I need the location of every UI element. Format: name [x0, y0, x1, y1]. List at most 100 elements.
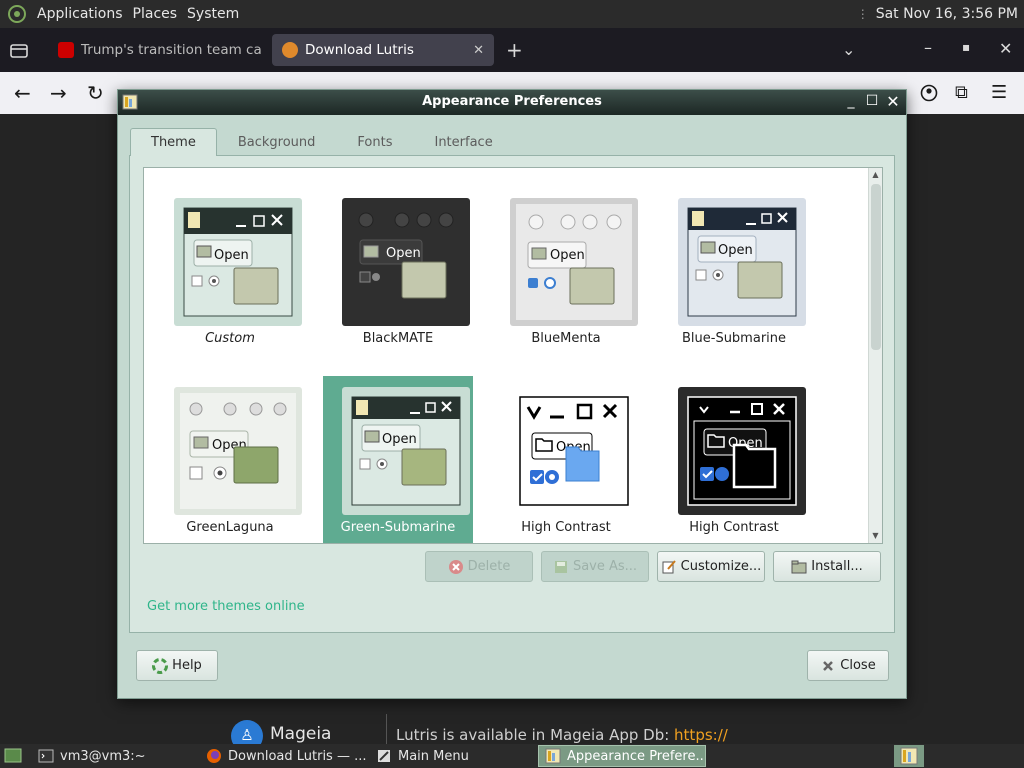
- tab-background[interactable]: Background: [217, 128, 337, 156]
- thumb-open-label: Open: [718, 243, 753, 258]
- theme-thumbnail: Open: [174, 198, 302, 326]
- extensions-icon[interactable]: ⧉: [955, 81, 968, 105]
- theme-item-blue-submarine[interactable]: Open Blue-Submarine: [659, 187, 809, 355]
- theme-list-scrollbar[interactable]: ▲ ▼: [868, 168, 882, 543]
- menu-applications[interactable]: Applications: [32, 6, 128, 22]
- theme-item-high-contrast[interactable]: Open High Contrast: [491, 376, 641, 543]
- browser-tab-lutris[interactable]: Download Lutris ✕: [272, 34, 494, 66]
- save-icon: [554, 560, 567, 573]
- get-more-themes-link[interactable]: Get more themes online: [147, 599, 305, 614]
- close-icon[interactable]: ✕: [884, 92, 902, 111]
- menu-system[interactable]: System: [182, 6, 244, 22]
- firefox-icon: [207, 749, 221, 763]
- minimize-icon[interactable]: _: [842, 92, 860, 110]
- theme-thumbnail: Open: [342, 198, 470, 326]
- theme-item-high-contrast-inverse[interactable]: Open High Contrast: [659, 376, 809, 543]
- thumb-open-label: Open: [382, 432, 417, 447]
- scroll-down-icon[interactable]: ▼: [869, 529, 882, 543]
- theme-list[interactable]: Open Custom Open BlackMATE Open BlueMent…: [143, 167, 883, 544]
- cnn-icon: [58, 42, 74, 58]
- appearance-app-icon: [545, 748, 561, 764]
- theme-item-bluementa[interactable]: Open BlueMenta: [491, 187, 641, 355]
- mate-logo-icon[interactable]: [8, 5, 26, 23]
- theme-name: BlackMATE: [362, 331, 434, 346]
- close-label: Close: [840, 658, 876, 673]
- tab-overview-icon[interactable]: [10, 42, 28, 58]
- forward-icon[interactable]: →: [50, 81, 67, 105]
- install-button[interactable]: Install...: [773, 551, 881, 582]
- delete-button[interactable]: Delete: [425, 551, 533, 582]
- theme-item-greenlaguna[interactable]: Open GreenLaguna: [155, 376, 305, 543]
- menu-places[interactable]: Places: [128, 6, 183, 22]
- dialog-titlebar[interactable]: Appearance Preferences _ ☐ ✕: [118, 90, 906, 115]
- tab-title: Trump's transition team ca: [81, 42, 262, 58]
- delete-icon: [448, 559, 463, 574]
- tab-interface[interactable]: Interface: [413, 128, 513, 156]
- taskbar-item-firefox[interactable]: Download Lutris — ...: [200, 745, 368, 767]
- divider: [386, 714, 387, 744]
- close-icon[interactable]: ✕: [999, 39, 1012, 58]
- reload-icon[interactable]: ↻: [87, 81, 104, 105]
- close-button[interactable]: Close: [807, 650, 889, 681]
- lutris-icon: [282, 42, 298, 58]
- workspace-switcher-icon[interactable]: [894, 745, 924, 767]
- taskbar-item-label: Download Lutris — ...: [228, 748, 367, 764]
- notebook-tabs: Theme Background Fonts Interface: [130, 128, 514, 156]
- taskbar-item-appearance[interactable]: Appearance Prefere...: [538, 745, 706, 767]
- minimize-icon[interactable]: –: [924, 38, 932, 57]
- save-as-label: Save As...: [572, 559, 638, 574]
- preferences-notebook: Open Custom Open BlackMATE Open BlueMent…: [129, 128, 895, 633]
- delete-label: Delete: [467, 559, 511, 574]
- save-as-button[interactable]: Save As...: [541, 551, 649, 582]
- thumb-open-label: Open: [386, 246, 421, 261]
- close-icon: [823, 660, 834, 671]
- help-button[interactable]: Help: [136, 650, 218, 681]
- footer-text: Lutris is available in Mageia App Db: ht…: [396, 726, 728, 744]
- theme-name: High Contrast: [689, 520, 779, 535]
- clock[interactable]: Sat Nov 16, 3:56 PM: [876, 6, 1018, 22]
- close-icon[interactable]: ✕: [465, 43, 484, 58]
- taskbar-item-label: Appearance Prefere...: [567, 748, 706, 764]
- back-icon[interactable]: ←: [14, 81, 31, 105]
- theme-tab-page: Open Custom Open BlackMATE Open BlueMent…: [129, 155, 895, 633]
- browser-tab-cnn[interactable]: Trump's transition team ca ✕: [48, 34, 266, 66]
- customize-button[interactable]: Customize...: [657, 551, 765, 582]
- appearance-preferences-dialog: Appearance Preferences _ ☐ ✕ Open Custom…: [117, 89, 907, 699]
- footer-link[interactable]: https://: [674, 726, 728, 744]
- theme-item-green-submarine[interactable]: Open Green-Submarine: [323, 376, 473, 543]
- close-icon[interactable]: ✕: [262, 43, 266, 58]
- dialog-title: Appearance Preferences: [422, 94, 602, 109]
- mageia-logo-text: Mageia: [270, 724, 332, 744]
- terminal-icon: [38, 749, 54, 763]
- taskbar-item-terminal[interactable]: vm3@vm3:~: [32, 745, 197, 767]
- maximize-icon[interactable]: ▪: [962, 40, 970, 54]
- scrollbar-thumb[interactable]: [871, 184, 881, 350]
- tab-fonts[interactable]: Fonts: [336, 128, 413, 156]
- clock-area[interactable]: ⋮ Sat Nov 16, 3:56 PM: [857, 0, 1018, 28]
- theme-thumbnail: Open: [510, 387, 638, 515]
- chevron-down-icon[interactable]: ⌄: [842, 40, 855, 59]
- menu-editor-icon: [378, 750, 390, 762]
- new-tab-icon[interactable]: +: [506, 38, 523, 62]
- account-icon[interactable]: [920, 84, 938, 102]
- theme-name: BlueMenta: [531, 331, 601, 346]
- install-icon: [791, 560, 807, 573]
- menu-icon[interactable]: ☰: [991, 81, 1007, 105]
- theme-thumbnail: Open: [678, 198, 806, 326]
- thumb-open-label: Open: [550, 248, 585, 263]
- maximize-icon[interactable]: ☐: [863, 92, 881, 110]
- tab-title: Download Lutris: [305, 42, 414, 58]
- top-panel: Applications Places System ⋮ Sat Nov 16,…: [0, 0, 1024, 28]
- theme-thumbnail: Open: [342, 387, 470, 515]
- tab-theme[interactable]: Theme: [130, 128, 217, 156]
- theme-item-custom[interactable]: Open Custom: [155, 187, 305, 355]
- show-desktop-icon[interactable]: [2, 745, 24, 767]
- customize-label: Customize...: [680, 559, 762, 574]
- theme-name: Green-Submarine: [340, 520, 456, 535]
- theme-name: Blue-Submarine: [681, 331, 787, 346]
- taskbar-item-main-menu[interactable]: Main Menu: [370, 745, 530, 767]
- taskbar-item-label: vm3@vm3:~: [60, 748, 146, 764]
- theme-item-blackmate[interactable]: Open BlackMATE: [323, 187, 473, 355]
- panel-handle-icon: ⋮: [856, 7, 869, 21]
- scroll-up-icon[interactable]: ▲: [869, 168, 882, 182]
